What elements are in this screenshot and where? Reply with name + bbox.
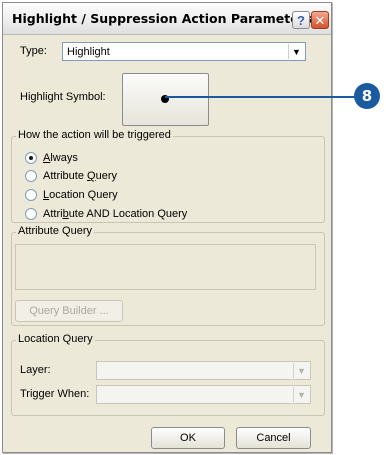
ok-button[interactable]: OK	[151, 427, 225, 449]
callout-leader-line	[165, 96, 358, 98]
attribute-query-group-title: Attribute Query	[16, 225, 94, 237]
radio-label-attribute-and-location-query: Attribute AND Location Query	[43, 208, 188, 220]
ok-label: OK	[180, 432, 196, 444]
highlight-symbol-button[interactable]	[122, 73, 209, 126]
radio-unchecked-icon[interactable]	[25, 208, 37, 220]
trigger-when-label: Trigger When:	[20, 388, 90, 400]
radio-label-attribute-query: Attribute Query	[43, 170, 117, 182]
radio-unchecked-icon[interactable]	[25, 189, 37, 201]
help-icon: ?	[297, 12, 305, 28]
query-builder-button[interactable]: Query Builder ...	[15, 300, 123, 322]
radio-checked-icon[interactable]	[25, 152, 37, 164]
radio-location-query[interactable]: Location Query	[25, 189, 118, 201]
type-value: Highlight	[67, 46, 110, 58]
radio-label-location-query: Location Query	[43, 189, 118, 201]
trigger-group-title: How the action will be triggered	[16, 129, 173, 141]
location-query-group-title: Location Query	[16, 333, 95, 345]
callout-number: 8	[361, 87, 373, 105]
attribute-query-textbox[interactable]	[15, 244, 316, 290]
radio-attribute-and-location-query[interactable]: Attribute AND Location Query	[25, 208, 187, 220]
chevron-down-icon[interactable]: ▼	[293, 363, 309, 378]
dialog-title: Highlight / Suppression Action Parameter…	[12, 11, 313, 26]
type-combobox[interactable]: Highlight ▼	[62, 42, 306, 61]
radio-always[interactable]: Always	[25, 152, 78, 164]
type-label: Type:	[20, 45, 47, 57]
dialog-window: Highlight / Suppression Action Parameter…	[2, 2, 332, 453]
radio-attribute-query[interactable]: Attribute Query	[25, 170, 117, 182]
highlight-symbol-label: Highlight Symbol:	[20, 91, 106, 103]
layer-label: Layer:	[20, 364, 51, 376]
cancel-button[interactable]: Cancel	[236, 427, 311, 449]
trigger-when-combobox[interactable]: ▼	[96, 385, 311, 404]
radio-unchecked-icon[interactable]	[25, 170, 37, 182]
query-builder-label: Query Builder ...	[29, 305, 109, 317]
layer-combobox[interactable]: ▼	[96, 361, 311, 380]
chevron-down-icon[interactable]: ▼	[288, 44, 304, 59]
chevron-down-icon[interactable]: ▼	[293, 387, 309, 402]
title-bar: Highlight / Suppression Action Parameter…	[3, 3, 331, 35]
callout-number-badge: 8	[354, 83, 380, 109]
cancel-label: Cancel	[256, 432, 291, 444]
close-button[interactable]: ✕	[311, 11, 329, 29]
close-icon: ✕	[314, 12, 326, 28]
help-button[interactable]: ?	[292, 11, 310, 29]
radio-label-always: Always	[43, 152, 78, 164]
